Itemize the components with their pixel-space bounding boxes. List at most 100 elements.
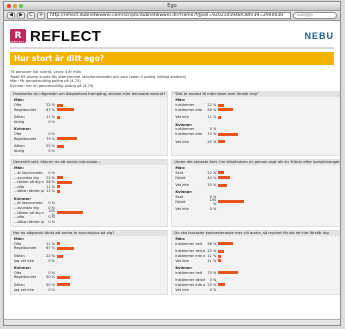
answer-percent: 11 % (207, 254, 217, 259)
answer-percent: 67 % (46, 107, 55, 112)
answer-percent: 25 % (46, 144, 55, 149)
answer-bar (218, 200, 245, 204)
zoom-window-button[interactable] (19, 4, 23, 8)
question-panel: Du ska fantasier kontrasterande mer vill… (171, 230, 340, 295)
answer-label: ...tänker på dig någonstund (14, 180, 44, 185)
answer-label: Instämmer inte alls (175, 282, 206, 287)
answer-percent: 11 % (46, 184, 55, 189)
answer-percent: 0 % (209, 127, 217, 132)
browser-toolbar: ◀ ▶ C + http://reflect.dubnetwwwer.com/s… (4, 11, 340, 21)
answer-row: Vet inte 33 % (175, 183, 340, 188)
answer-bar (218, 115, 222, 119)
status-bar (4, 319, 340, 325)
answer-label: ...ofta (14, 215, 25, 220)
answer-row: Vet inte 11 % (175, 115, 340, 120)
add-bookmark-button[interactable]: + (37, 12, 45, 19)
answer-label: Instämmer helt (175, 241, 203, 246)
answer-label: Ofta (14, 270, 22, 275)
answer-label: Sällan (14, 254, 25, 259)
answer-bar (57, 108, 75, 112)
question-panel: Framkallar du någonstin om ålagstetrad f… (10, 91, 169, 157)
gender-block: Män: Ofta 22 % Regelbundet 67 % Sällan 11 % Ald… (11, 97, 167, 126)
gender-block: Män:...är fascinerade av dig0 %...avunda… (11, 165, 167, 195)
gender-block: Kvinnor: Ofta 0 % Regelbundet 75 % Sällan 25 %… (11, 126, 167, 155)
answer-label: Jag vet inte (14, 258, 34, 263)
minimize-window-button[interactable] (13, 4, 17, 8)
answer-label: Vet inte (175, 258, 189, 263)
answer-percent: 50 % (46, 275, 55, 280)
answer-percent: 0 % (48, 287, 55, 292)
question-text: Du ska fantasier kontrasterande mer vill… (172, 231, 340, 237)
answer-percent: 0 % (209, 287, 217, 292)
answer-label: Instämmer inte alls (175, 254, 206, 259)
answer-label: Regelbundet (14, 275, 37, 280)
answer-bar (218, 242, 233, 246)
answer-bar (218, 132, 238, 136)
answer-percent: 0 % (48, 258, 55, 263)
reload-button[interactable]: C (27, 12, 35, 19)
answer-percent: 22 % (46, 254, 55, 259)
answer-bar (218, 183, 227, 187)
search-field[interactable]: Google (293, 12, 337, 19)
answer-label: Vet inte (175, 287, 189, 292)
answer-percent: 25 % (207, 282, 217, 287)
answer-bar (57, 246, 75, 250)
answer-label: Instämmer delvis (175, 278, 206, 283)
answer-label: Ofta (14, 241, 22, 246)
answer-label: Aldrig (14, 119, 25, 124)
answer-row: ...sällan tänker på dig 0 % (14, 219, 164, 224)
answer-label: Vet inte (175, 115, 189, 120)
answer-bar (218, 140, 225, 144)
gender-block: Kvinnor: Instämmer 0 % Instämmer inte 75 % Ve… (172, 122, 340, 146)
answer-label: ...ofta (14, 184, 25, 189)
answer-label: Sant (175, 195, 184, 200)
logo-subtext: REFLECT (11, 40, 25, 44)
answer-label: Ofta (14, 132, 22, 137)
answer-bar (57, 103, 63, 107)
answer-percent: 56 % (46, 180, 55, 185)
answer-percent: 0 % (48, 119, 55, 124)
answer-percent: 33 % (207, 183, 217, 188)
answer-percent: 0 % (48, 219, 55, 224)
answer-label: Sällan (14, 144, 25, 149)
answer-label: ...sällan tänker på dig (14, 219, 44, 224)
answer-label: Instämmer (175, 103, 195, 108)
intro-line: Kvinnor: har en genomsnittlig poäng på (… (10, 83, 94, 88)
answer-percent: 11 % (207, 258, 217, 263)
gender-block: Män: Instämmer helt 56 % Instämmer delvis 22… (172, 236, 340, 265)
answer-percent: 0 % (209, 278, 217, 283)
answer-bar (57, 283, 70, 287)
answer-row: Vet inte 25 % (175, 139, 340, 144)
answer-row: Aldrig 0 % (14, 149, 164, 154)
answer-percent: 0 % (48, 201, 55, 206)
results-grid: Framkallar du någonstin om ålagstetrad f… (10, 91, 340, 295)
answer-bar (218, 283, 225, 287)
answer-percent: 22 % (46, 175, 55, 180)
partner-logo: NEBU (304, 31, 334, 41)
answer-percent: 100 % (209, 197, 217, 206)
answer-percent: 22 % (207, 249, 217, 254)
gender-block: Kvinnor: Instämmer helt 75 % Instämmer delv… (172, 265, 340, 294)
window-controls (7, 4, 23, 8)
close-window-button[interactable] (7, 4, 11, 8)
back-button[interactable]: ◀ (7, 12, 15, 19)
gender-block: Kvinnor: Ofta 0 % Regelbundet 50 % Sällan 50 %… (11, 265, 167, 294)
answer-label: ...är fascinerade av dig (14, 170, 44, 175)
gender-block: Kvinnor:...är fascinerade av dig0 %...av… (11, 196, 167, 226)
answer-label: Instämmer (175, 127, 195, 132)
question-panel: Under det senaste året, har tillständsen… (171, 159, 340, 228)
answer-row: Jag vet inte 0 % (14, 258, 164, 263)
answer-label: Sant (175, 170, 184, 175)
answer-bar (57, 189, 60, 193)
forward-button[interactable]: ▶ (17, 12, 25, 19)
answer-bar (57, 254, 63, 258)
gender-block: Kvinnor: Sant 0 % Falskt 100 % Vet inte 0 % (172, 189, 340, 213)
answer-bar (218, 259, 222, 263)
brand-name: REFLECT (30, 27, 102, 45)
address-bar[interactable]: http://reflect.dubnetwwwer.com/scripts/d… (47, 12, 291, 19)
answer-bar (57, 115, 60, 119)
answer-percent: 75 % (46, 136, 55, 141)
answer-row: Vet inte 0 % (175, 207, 340, 212)
question-panel: Har du någonsin tänkt att andra är avund… (10, 230, 169, 295)
answer-bar (218, 171, 225, 175)
